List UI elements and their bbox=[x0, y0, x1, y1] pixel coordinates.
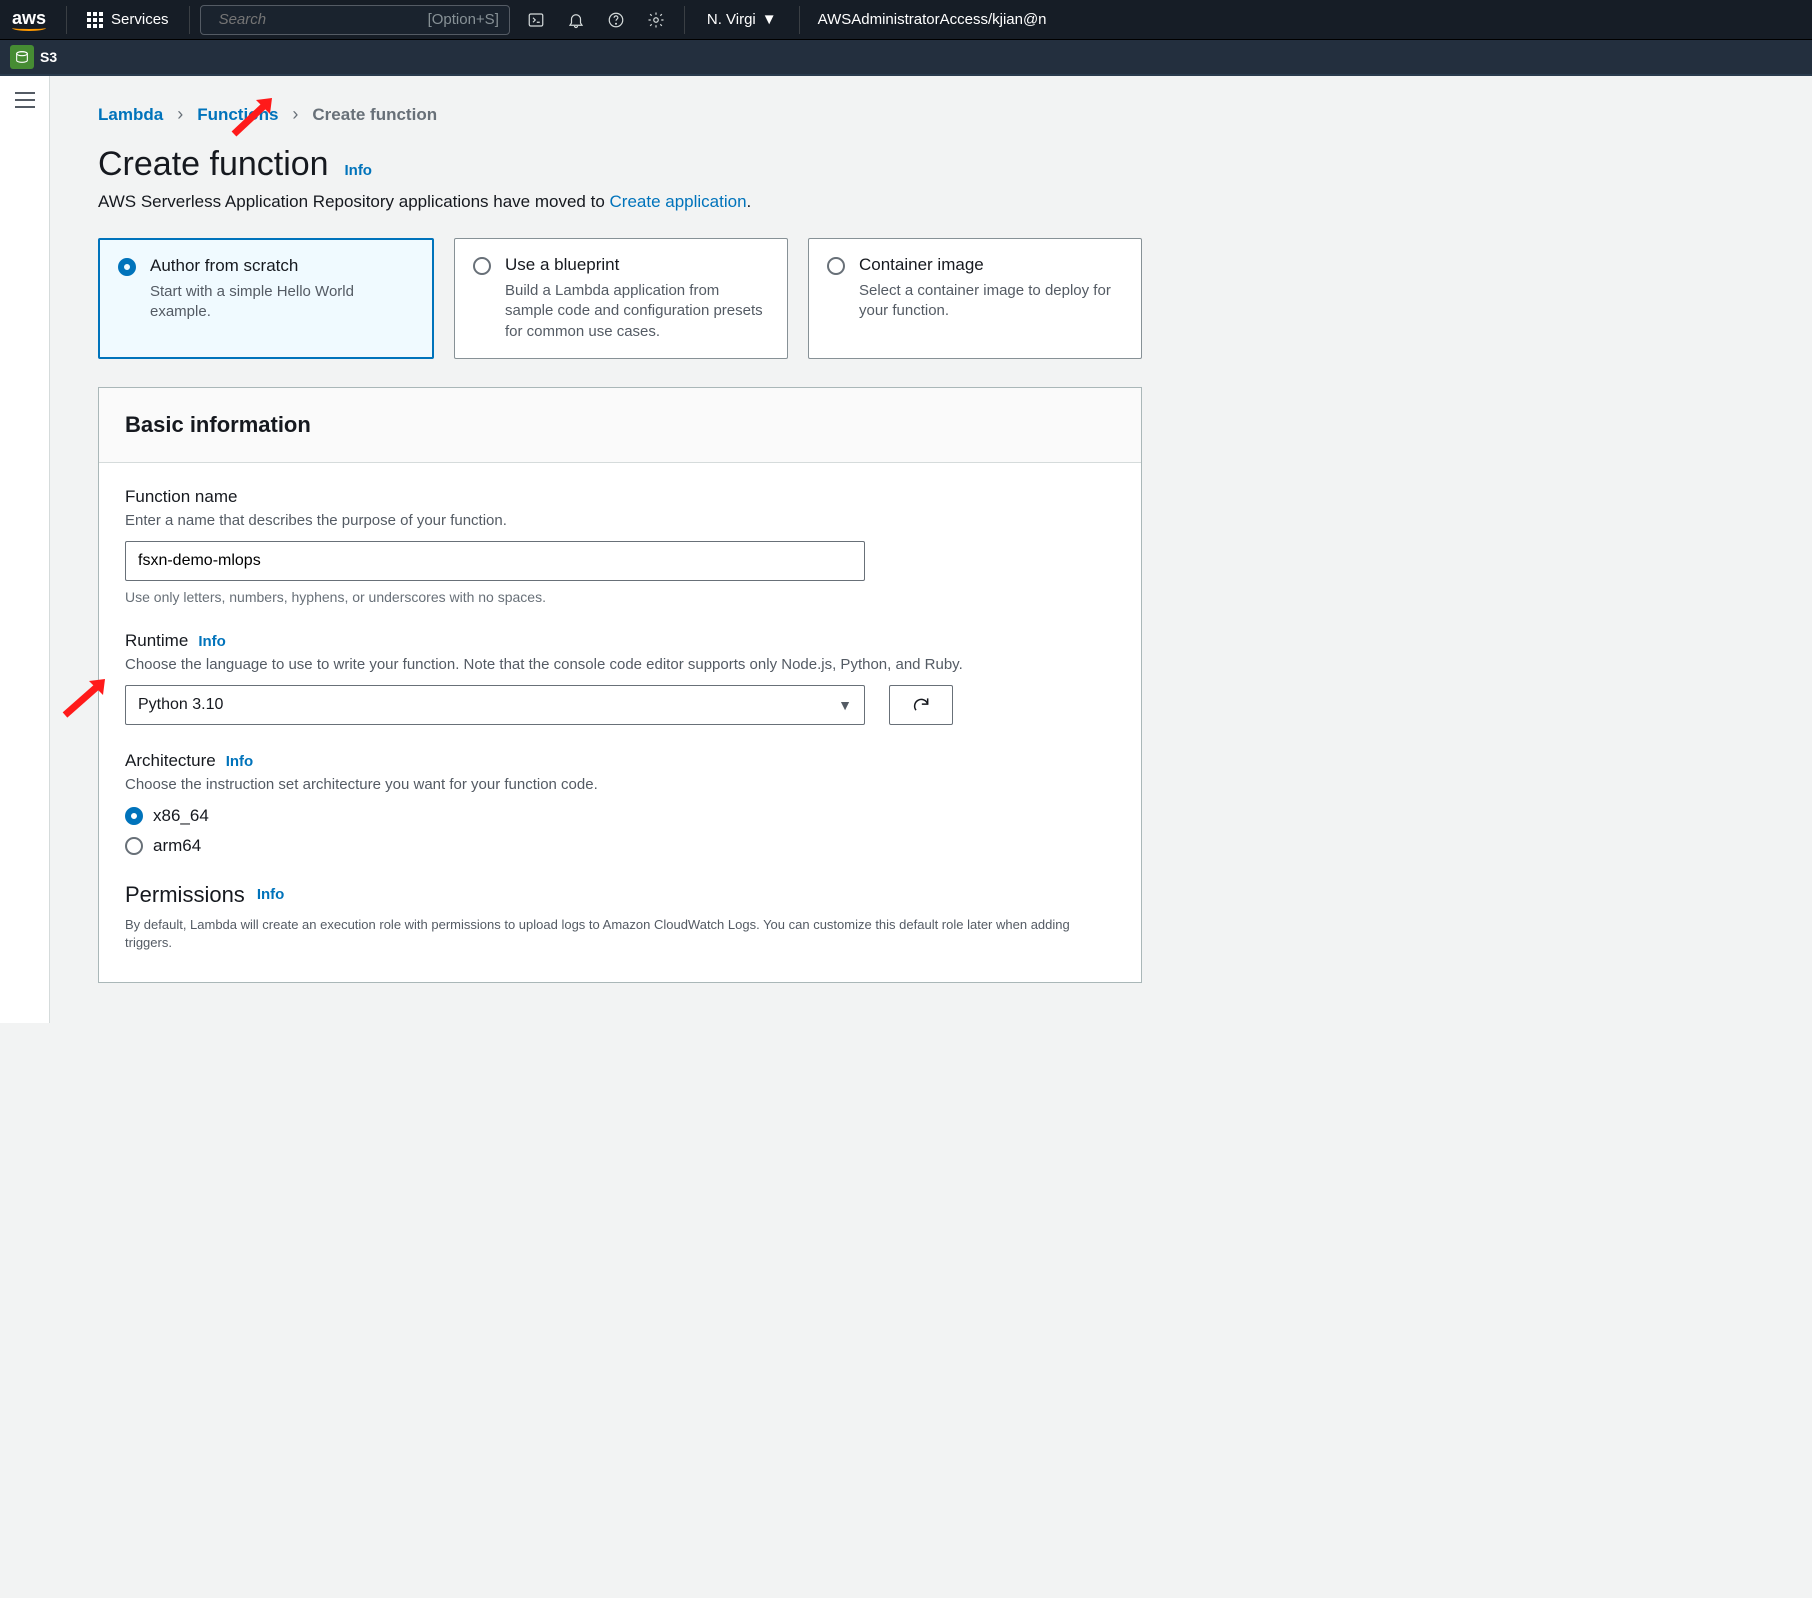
subtitle-text: . bbox=[747, 192, 752, 211]
separator bbox=[799, 6, 800, 34]
service-bar: S3 bbox=[0, 40, 1812, 76]
s3-icon bbox=[10, 45, 34, 69]
runtime-select[interactable]: Python 3.10 ▼ bbox=[125, 685, 865, 725]
breadcrumb-functions[interactable]: Functions bbox=[197, 105, 278, 125]
page-subtitle: AWS Serverless Application Repository ap… bbox=[98, 192, 1142, 212]
breadcrumb-lambda[interactable]: Lambda bbox=[98, 105, 163, 125]
aws-logo[interactable]: aws bbox=[8, 9, 56, 31]
option-desc: Select a container image to deploy for y… bbox=[859, 281, 1123, 322]
option-author-from-scratch[interactable]: Author from scratch Start with a simple … bbox=[98, 238, 434, 359]
services-menu[interactable]: Services bbox=[77, 11, 179, 28]
radio-icon bbox=[473, 257, 491, 275]
field-label: Runtime bbox=[125, 631, 188, 651]
chevron-right-icon: › bbox=[177, 104, 183, 125]
radio-icon bbox=[118, 258, 136, 276]
top-navbar: aws Services [Option+S] N. Virgi ▼ AWSAd… bbox=[0, 0, 1812, 40]
subtitle-text: AWS Serverless Application Repository ap… bbox=[98, 192, 610, 211]
chevron-right-icon: › bbox=[292, 104, 298, 125]
caret-down-icon: ▼ bbox=[838, 697, 852, 713]
permissions-desc: By default, Lambda will create an execut… bbox=[125, 916, 1115, 952]
option-title: Use a blueprint bbox=[505, 255, 769, 275]
info-link[interactable]: Info bbox=[257, 886, 285, 903]
service-chip-label: S3 bbox=[40, 49, 57, 65]
radio-icon bbox=[827, 257, 845, 275]
settings-icon[interactable] bbox=[638, 2, 674, 38]
create-application-link[interactable]: Create application bbox=[610, 192, 747, 211]
hamburger-icon[interactable] bbox=[15, 92, 35, 108]
section-header: Basic information bbox=[99, 388, 1141, 463]
arch-label: arm64 bbox=[153, 836, 201, 856]
option-title: Author from scratch bbox=[150, 256, 414, 276]
services-label: Services bbox=[111, 11, 169, 28]
separator bbox=[189, 6, 190, 34]
arch-label: x86_64 bbox=[153, 806, 209, 826]
account-label[interactable]: AWSAdministratorAccess/kjian@n bbox=[810, 11, 1055, 28]
service-chip-s3[interactable]: S3 bbox=[10, 45, 57, 69]
section-body: Function name Enter a name that describe… bbox=[99, 463, 1141, 982]
arch-option-arm64[interactable]: arm64 bbox=[125, 836, 1115, 856]
separator bbox=[684, 6, 685, 34]
info-link[interactable]: Info bbox=[226, 753, 254, 770]
field-label: Architecture bbox=[125, 751, 216, 771]
region-label: N. Virgi bbox=[707, 11, 756, 28]
runtime-value: Python 3.10 bbox=[138, 696, 223, 714]
field-label: Function name bbox=[125, 487, 1115, 507]
option-use-blueprint[interactable]: Use a blueprint Build a Lambda applicati… bbox=[454, 238, 788, 359]
main-content: Lambda › Functions › Create function Cre… bbox=[50, 76, 1150, 1023]
search-shortcut: [Option+S] bbox=[428, 11, 499, 28]
basic-information-section: Basic information Function name Enter a … bbox=[98, 387, 1142, 983]
region-selector[interactable]: N. Virgi ▼ bbox=[695, 11, 789, 28]
permissions-heading: Permissions bbox=[125, 882, 245, 908]
field-help: Choose the instruction set architecture … bbox=[125, 775, 1115, 795]
search-box[interactable]: [Option+S] bbox=[200, 5, 510, 35]
chevron-down-icon: ▼ bbox=[762, 11, 777, 28]
annotation-arrow bbox=[59, 675, 111, 719]
radio-icon bbox=[125, 837, 143, 855]
help-icon[interactable] bbox=[598, 2, 634, 38]
option-container-image[interactable]: Container image Select a container image… bbox=[808, 238, 1142, 359]
option-desc: Start with a simple Hello World example. bbox=[150, 282, 414, 323]
refresh-button[interactable] bbox=[889, 685, 953, 725]
separator bbox=[66, 6, 67, 34]
breadcrumb-current: Create function bbox=[312, 105, 437, 125]
option-desc: Build a Lambda application from sample c… bbox=[505, 281, 769, 342]
function-name-input[interactable] bbox=[125, 541, 865, 581]
side-rail bbox=[0, 76, 50, 1023]
creation-options: Author from scratch Start with a simple … bbox=[98, 238, 1142, 359]
field-note: Use only letters, numbers, hyphens, or u… bbox=[125, 589, 1115, 605]
field-help: Choose the language to use to write your… bbox=[125, 655, 1115, 675]
grid-icon bbox=[87, 12, 103, 28]
info-link[interactable]: Info bbox=[344, 162, 372, 179]
search-input[interactable] bbox=[219, 11, 420, 28]
info-link[interactable]: Info bbox=[198, 633, 226, 650]
arch-option-x86[interactable]: x86_64 bbox=[125, 806, 1115, 826]
permissions-field: Permissions Info By default, Lambda will… bbox=[125, 882, 1115, 952]
runtime-field: Runtime Info Choose the language to use … bbox=[125, 631, 1115, 725]
page-shell: Lambda › Functions › Create function Cre… bbox=[0, 76, 1812, 1023]
option-title: Container image bbox=[859, 255, 1123, 275]
function-name-field: Function name Enter a name that describe… bbox=[125, 487, 1115, 605]
radio-icon bbox=[125, 807, 143, 825]
field-help: Enter a name that describes the purpose … bbox=[125, 511, 1115, 531]
cloudshell-icon[interactable] bbox=[518, 2, 554, 38]
section-title: Basic information bbox=[125, 412, 1115, 438]
page-title: Create function bbox=[98, 145, 329, 184]
notifications-icon[interactable] bbox=[558, 2, 594, 38]
breadcrumb: Lambda › Functions › Create function bbox=[98, 104, 1142, 125]
nav-icon-group bbox=[518, 2, 674, 38]
page-header: Create function Info AWS Serverless Appl… bbox=[98, 145, 1142, 212]
architecture-field: Architecture Info Choose the instruction… bbox=[125, 751, 1115, 855]
refresh-icon bbox=[911, 695, 931, 715]
